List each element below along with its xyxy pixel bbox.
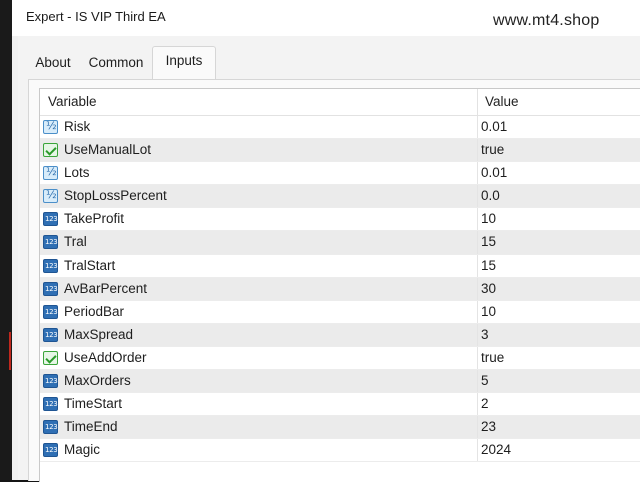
- variable-name-cell: TralStart: [64, 257, 116, 273]
- table-row[interactable]: UseAddOrder true: [40, 346, 640, 371]
- variable-name-cell: TimeEnd: [64, 419, 118, 435]
- variable-name-cell: TakeProfit: [64, 211, 125, 227]
- chart-candle-mark: [9, 332, 11, 370]
- column-divider: [477, 185, 478, 208]
- int-type-icon: [43, 420, 58, 435]
- int-type-icon: [43, 304, 58, 319]
- column-divider: [477, 162, 478, 185]
- tab-inputs[interactable]: Inputs: [152, 46, 216, 79]
- value-cell[interactable]: true: [481, 142, 504, 157]
- double-type-icon: [43, 188, 58, 204]
- table-header: Variable Value: [40, 89, 640, 116]
- variable-name-cell: AvBarPercent: [64, 280, 148, 296]
- value-cell[interactable]: 10: [481, 211, 496, 226]
- variable-name-cell: Risk: [64, 119, 91, 134]
- value-cell[interactable]: 10: [481, 304, 496, 319]
- int-type-icon: [43, 258, 58, 273]
- column-header-value[interactable]: Value: [485, 94, 519, 109]
- column-divider: [477, 370, 478, 393]
- int-type-icon: [43, 397, 58, 412]
- inputs-panel: Variable Value Risk 0.01 UseManualLot true L…: [28, 79, 640, 482]
- variable-name-cell: Magic: [64, 442, 101, 458]
- table-body: Risk 0.01 UseManualLot true Lots 0.01 StopLoss…: [40, 116, 640, 463]
- column-divider: [477, 208, 478, 231]
- table-row[interactable]: Magic 2024: [40, 439, 640, 463]
- table-row[interactable]: StopLossPercent 0.0: [40, 185, 640, 209]
- table-row[interactable]: Tral 15: [40, 231, 640, 255]
- value-cell[interactable]: 0.01: [481, 119, 507, 134]
- value-cell[interactable]: true: [481, 350, 504, 365]
- int-type-icon: [43, 235, 58, 250]
- value-cell[interactable]: 15: [481, 234, 496, 249]
- table-row[interactable]: TralStart 15: [40, 254, 640, 278]
- variable-name-cell: TimeStart: [64, 396, 123, 412]
- variable-name-cell: StopLossPercent: [64, 188, 167, 204]
- bool-type-icon: [43, 143, 58, 158]
- table-row[interactable]: TimeEnd 23: [40, 416, 640, 440]
- column-divider: [477, 416, 478, 439]
- double-type-icon: [43, 119, 58, 134]
- dialog-body: About Common Inputs Variable Value Risk 0…: [18, 36, 640, 482]
- value-cell[interactable]: 0.01: [481, 165, 507, 180]
- value-cell[interactable]: 0.0: [481, 188, 500, 203]
- value-cell[interactable]: 23: [481, 419, 496, 434]
- tab-common[interactable]: Common: [84, 50, 148, 76]
- column-divider: [477, 300, 478, 323]
- title-bar: Expert - IS VIP Third EA www.mt4.shop: [12, 0, 640, 36]
- tab-about[interactable]: About: [28, 50, 78, 76]
- int-type-icon: [43, 327, 58, 342]
- expert-properties-window: Expert - IS VIP Third EA www.mt4.shop Ab…: [12, 0, 640, 482]
- background-chart-strip: [0, 0, 12, 480]
- bool-type-icon: [43, 350, 58, 365]
- column-divider: [477, 439, 478, 462]
- column-divider: [477, 139, 478, 162]
- table-row[interactable]: Risk 0.01: [40, 116, 640, 140]
- int-type-icon: [43, 374, 58, 389]
- table-row[interactable]: MaxOrders 5: [40, 370, 640, 394]
- watermark-text: www.mt4.shop: [493, 12, 600, 29]
- variable-name-cell: MaxSpread: [64, 326, 134, 342]
- value-cell[interactable]: 3: [481, 327, 489, 342]
- value-cell[interactable]: 15: [481, 258, 496, 273]
- column-divider: [477, 254, 478, 277]
- table-row[interactable]: MaxSpread 3: [40, 323, 640, 347]
- double-type-icon: [43, 165, 58, 181]
- column-divider: [477, 346, 478, 370]
- value-cell[interactable]: 2: [481, 396, 489, 411]
- value-cell[interactable]: 30: [481, 281, 496, 296]
- table-row[interactable]: AvBarPercent 30: [40, 277, 640, 301]
- window-title: Expert - IS VIP Third EA: [26, 9, 166, 24]
- variable-name-cell: UseManualLot: [64, 142, 152, 158]
- table-row[interactable]: PeriodBar 10: [40, 300, 640, 324]
- column-divider: [477, 116, 478, 139]
- int-type-icon: [43, 443, 58, 458]
- column-divider: [477, 323, 478, 346]
- table-row[interactable]: UseManualLot true: [40, 139, 640, 163]
- table-row[interactable]: TakeProfit 10: [40, 208, 640, 232]
- variable-name-cell: Lots: [64, 165, 90, 181]
- column-header-variable[interactable]: Variable: [48, 94, 97, 109]
- variable-name-cell: PeriodBar: [64, 303, 125, 319]
- table-row[interactable]: TimeStart 2: [40, 393, 640, 417]
- int-type-icon: [43, 281, 58, 296]
- table-row[interactable]: Lots 0.01: [40, 162, 640, 186]
- variable-name-cell: Tral: [64, 234, 87, 250]
- variable-name-cell: UseAddOrder: [64, 349, 147, 365]
- column-divider: [477, 393, 478, 416]
- int-type-icon: [43, 212, 58, 227]
- column-divider: [477, 231, 478, 254]
- column-divider: [477, 277, 478, 300]
- tab-bar: About Common Inputs: [28, 44, 640, 80]
- value-cell[interactable]: 5: [481, 373, 489, 388]
- value-cell[interactable]: 2024: [481, 442, 511, 457]
- column-divider[interactable]: [477, 89, 478, 115]
- inputs-table: Variable Value Risk 0.01 UseManualLot true L…: [39, 88, 640, 482]
- variable-name-cell: MaxOrders: [64, 373, 131, 389]
